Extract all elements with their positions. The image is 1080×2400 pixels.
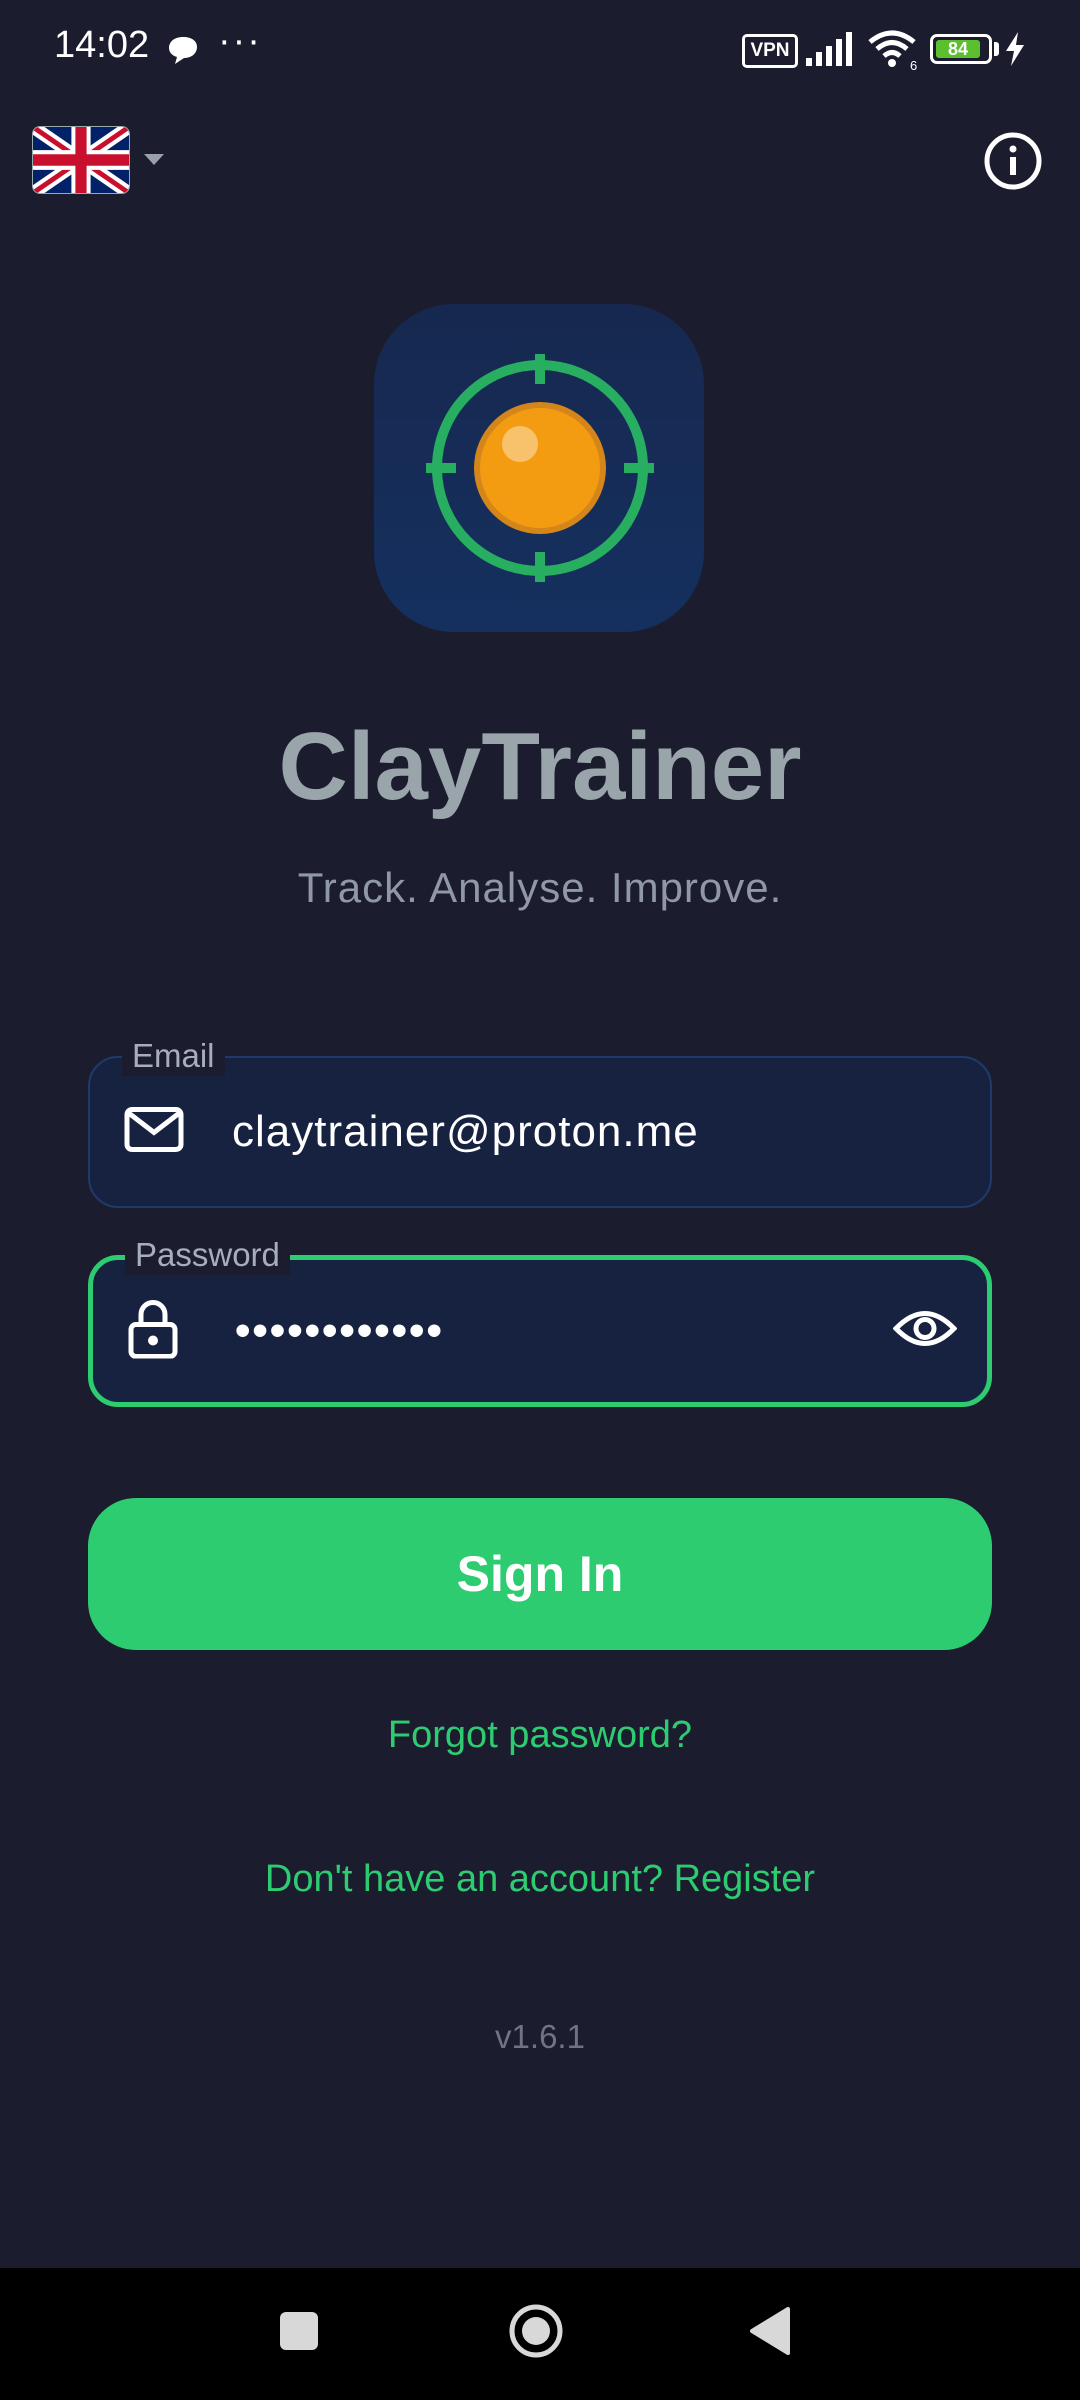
register-link[interactable]: Don't have an account? Register bbox=[0, 1858, 1080, 1901]
mail-icon bbox=[124, 1107, 184, 1158]
app-title: ClayTrainer bbox=[278, 713, 802, 820]
email-field[interactable]: Email claytrainer@proton.me bbox=[88, 1036, 992, 1208]
status-bar: 14:02 ··· VPN 6 84 bbox=[0, 0, 1080, 100]
wifi-icon: 6 bbox=[868, 30, 920, 75]
recent-apps-button[interactable] bbox=[280, 2312, 318, 2350]
vpn-badge: VPN bbox=[742, 34, 798, 68]
back-button[interactable] bbox=[748, 2306, 792, 2361]
lock-icon bbox=[127, 1299, 179, 1364]
email-label: Email bbox=[122, 1036, 225, 1076]
battery-tip bbox=[994, 42, 999, 56]
info-icon bbox=[984, 132, 1042, 190]
svg-text:6: 6 bbox=[910, 58, 917, 70]
password-field[interactable]: Password •••••••••••• bbox=[88, 1235, 992, 1407]
app-logo bbox=[374, 304, 704, 632]
language-selector[interactable] bbox=[32, 126, 172, 196]
battery-icon: 84 bbox=[930, 34, 992, 64]
battery-level: 84 bbox=[936, 40, 980, 58]
charging-bolt-icon bbox=[1004, 32, 1026, 71]
forgot-password-link[interactable]: Forgot password? bbox=[0, 1714, 1080, 1757]
status-time: 14:02 bbox=[54, 24, 150, 66]
sign-in-button[interactable]: Sign In bbox=[88, 1498, 992, 1650]
version-label: v1.6.1 bbox=[495, 2018, 585, 2055]
more-notifications-icon: ··· bbox=[218, 20, 262, 62]
email-value: claytrainer@proton.me bbox=[232, 1107, 699, 1156]
chat-bubble-icon bbox=[166, 34, 200, 71]
home-button[interactable] bbox=[508, 2303, 564, 2364]
eye-icon[interactable] bbox=[892, 1307, 958, 1356]
password-label: Password bbox=[125, 1235, 290, 1275]
uk-flag-icon bbox=[32, 126, 130, 194]
app-tagline: Track. Analyse. Improve. bbox=[297, 864, 783, 911]
info-button[interactable] bbox=[982, 130, 1044, 192]
password-value: •••••••••••• bbox=[235, 1306, 444, 1355]
chevron-down-icon bbox=[144, 154, 164, 165]
signal-icon bbox=[806, 32, 856, 71]
crosshair-target-icon bbox=[426, 354, 654, 582]
